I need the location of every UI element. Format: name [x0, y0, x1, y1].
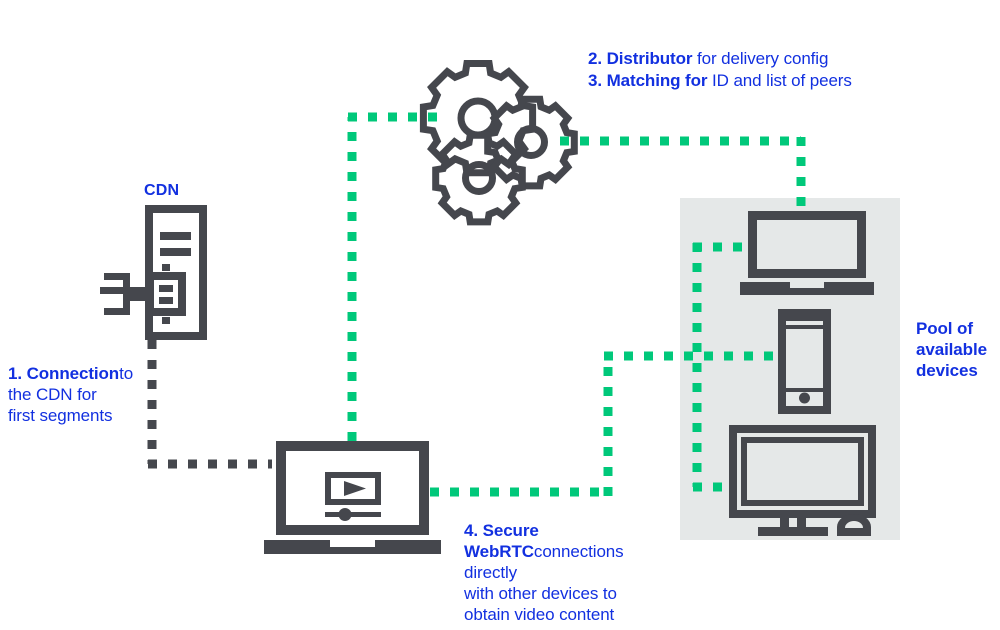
connection-cdn-to-player — [147, 340, 272, 469]
step2-strong: 2. Distributor — [588, 49, 693, 68]
cdn-server-icon — [100, 205, 207, 340]
step1-strong: 1. Connection — [8, 364, 120, 383]
gears-icon — [419, 60, 578, 226]
step3-strong: 3. Matching for — [588, 71, 708, 90]
diagram-canvas: CDN 1. Connectionto the CDN for first se… — [0, 0, 1000, 630]
step3-rest: ID and list of peers — [707, 71, 852, 90]
step4-label: 4. Secure WebRTCconnections directly wit… — [464, 520, 654, 625]
video-player-laptop-icon — [264, 441, 441, 554]
step3-label: 3. Matching for ID and list of peers — [588, 70, 852, 91]
pool-label: Pool of available devices — [916, 319, 987, 380]
step4-strong: 4. Secure WebRTC — [464, 521, 539, 561]
step2-label: 2. Distributor for delivery config — [588, 48, 828, 69]
connection-gears-to-pool-laptop — [560, 136, 806, 208]
step1-label: 1. Connectionto the CDN for first segmen… — [8, 363, 148, 426]
connection-player-to-gears — [347, 112, 446, 441]
cdn-label: CDN — [144, 182, 180, 199]
step2-rest: for delivery config — [692, 49, 829, 68]
